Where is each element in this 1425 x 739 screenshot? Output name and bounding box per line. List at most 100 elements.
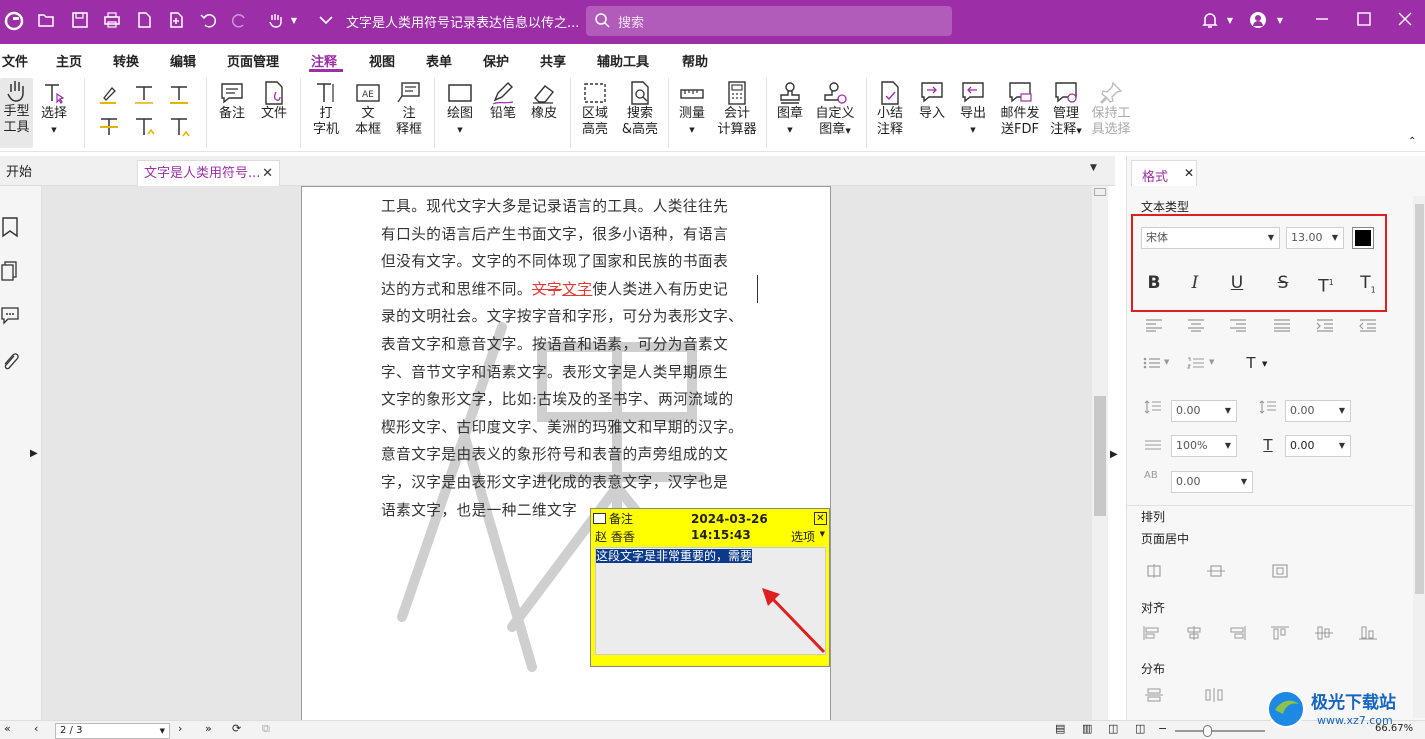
menu-share[interactable]: 共享: [540, 51, 566, 70]
undo-icon[interactable]: [198, 11, 218, 31]
distribute-vertical-icon[interactable]: [1145, 688, 1163, 702]
menu-protect[interactable]: 保护: [483, 51, 509, 70]
underline-annotation[interactable]: 文字: [562, 281, 592, 298]
tab-list-dropdown-icon[interactable]: ▼: [1090, 163, 1097, 173]
search-input[interactable]: 搜索: [586, 6, 952, 36]
note-selected-text[interactable]: 这段文字是非常重要的，需要: [596, 549, 753, 563]
close-panel-icon[interactable]: ✕: [1184, 166, 1194, 180]
chevron-down-icon[interactable]: ▼: [1270, 11, 1290, 31]
menu-home[interactable]: 主页: [56, 51, 82, 70]
text-direction-icon[interactable]: T: [1240, 352, 1262, 374]
comments-icon[interactable]: [0, 304, 20, 326]
attachment-icon[interactable]: [0, 350, 20, 372]
italic-icon[interactable]: I: [1184, 272, 1206, 294]
menu-edit[interactable]: 编辑: [170, 51, 196, 70]
char-spacing-select[interactable]: 0.00 ▼: [1171, 471, 1253, 493]
replace-text-button[interactable]: [131, 114, 155, 140]
close-tab-icon[interactable]: ✕: [262, 161, 273, 187]
expand-panel-icon[interactable]: ▶: [30, 448, 38, 459]
custom-stamp-button[interactable]: 自定义 图章▼: [812, 80, 858, 139]
menu-annotate[interactable]: 注释: [311, 51, 337, 70]
menu-view[interactable]: 视图: [369, 51, 395, 70]
scrollbar-thumb[interactable]: [1094, 396, 1106, 516]
baseline-offset-select[interactable]: 0.00 ▼: [1285, 435, 1351, 457]
underline-text-button[interactable]: [131, 82, 155, 108]
new-doc-icon[interactable]: [134, 11, 154, 31]
last-page-icon[interactable]: »: [205, 722, 212, 735]
email-fdf-button[interactable]: 邮件发 送FDF: [998, 80, 1042, 138]
file-attachment-button[interactable]: 文件: [258, 80, 290, 122]
bullet-list-icon[interactable]: [1143, 356, 1161, 370]
open-folder-icon[interactable]: [36, 11, 56, 31]
callout-button[interactable]: 注 释框: [393, 80, 425, 138]
align-justify-icon[interactable]: [1273, 318, 1291, 332]
keep-tool-selected-button[interactable]: 保持工 具选择: [1090, 80, 1132, 138]
pencil-button[interactable]: 铅笔: [487, 80, 519, 122]
first-page-icon[interactable]: «: [4, 722, 11, 735]
align-left-icon[interactable]: [1145, 318, 1163, 332]
typewriter-button[interactable]: 打 字机: [310, 80, 342, 138]
maximize-icon[interactable]: [1354, 11, 1374, 31]
hand-tool-quick-icon[interactable]: [266, 11, 286, 31]
zoom-slider[interactable]: [1175, 730, 1265, 732]
zoom-out-icon[interactable]: −: [1158, 722, 1167, 735]
textbox-button[interactable]: AE 文 本框: [352, 80, 384, 138]
tab-document[interactable]: 文字是人类用符号... ✕: [137, 160, 280, 186]
chevron-down-icon[interactable]: ▼: [1209, 358, 1214, 366]
continuous-page-icon[interactable]: ▥: [1082, 722, 1092, 735]
font-select[interactable]: 宋体 ▼: [1141, 227, 1280, 249]
pages-thumbnail-icon[interactable]: [0, 260, 20, 282]
menu-page-manage[interactable]: 页面管理: [227, 51, 279, 70]
calculator-button[interactable]: 会计 计算器: [716, 80, 758, 138]
font-color-picker[interactable]: [1352, 227, 1374, 249]
zoom-slider-handle[interactable]: [1203, 725, 1212, 737]
align-objects-left-icon[interactable]: [1143, 626, 1161, 640]
prev-page-icon[interactable]: ‹: [34, 722, 38, 735]
subscript-icon[interactable]: T1: [1357, 272, 1379, 294]
stamp-button[interactable]: 图章 ▼: [774, 80, 806, 138]
bookmark-icon[interactable]: [0, 216, 20, 238]
expand-right-panel-icon[interactable]: ▶: [1110, 449, 1118, 460]
note-options-button[interactable]: 选项: [791, 528, 815, 545]
bell-icon[interactable]: [1200, 11, 1220, 31]
align-objects-hcenter-icon[interactable]: [1185, 626, 1203, 640]
center-vertical-icon[interactable]: [1207, 564, 1225, 578]
squiggly-text-button[interactable]: [166, 82, 190, 108]
copy-page-icon[interactable]: ⧉: [262, 722, 270, 736]
draw-button[interactable]: 绘图 ▼: [443, 80, 477, 138]
export-button[interactable]: 导出 ▼: [957, 80, 989, 138]
align-objects-bottom-icon[interactable]: [1359, 626, 1377, 640]
menu-form[interactable]: 表单: [426, 51, 452, 70]
single-page-icon[interactable]: ▤: [1055, 722, 1065, 735]
facing-page-icon[interactable]: ◫: [1108, 722, 1118, 735]
close-note-icon[interactable]: ✕: [814, 512, 827, 525]
minimize-icon[interactable]: [1312, 11, 1332, 31]
document-scrollbar[interactable]: [1092, 186, 1108, 720]
line-spacing-before-select[interactable]: 0.00 ▼: [1171, 400, 1237, 422]
panel-scrollbar-thumb[interactable]: [1415, 204, 1424, 594]
align-right-icon[interactable]: [1229, 318, 1247, 332]
line-spacing-after-select[interactable]: 0.00 ▼: [1285, 400, 1351, 422]
menu-file[interactable]: 文件: [2, 51, 28, 70]
indent-decrease-icon[interactable]: [1359, 318, 1377, 332]
strikeout-annotation[interactable]: 文字: [532, 281, 562, 298]
chevron-down-icon[interactable]: ▼: [160, 724, 165, 738]
center-horizontal-icon[interactable]: [1145, 564, 1163, 578]
indent-increase-icon[interactable]: [1316, 318, 1334, 332]
strikethrough-icon[interactable]: S: [1272, 272, 1294, 294]
ribbon-collapse-icon[interactable]: ⌃: [1408, 136, 1416, 147]
chevron-down-icon[interactable]: ▼: [1164, 358, 1169, 366]
note-button[interactable]: 备注: [216, 80, 248, 122]
search-highlight-button[interactable]: 搜索 &高亮: [620, 80, 660, 138]
center-both-icon[interactable]: [1271, 564, 1289, 578]
numbered-list-icon[interactable]: [1187, 356, 1205, 370]
redo-icon[interactable]: [230, 11, 250, 31]
align-objects-top-icon[interactable]: [1271, 626, 1289, 640]
menu-assist-tools[interactable]: 辅助工具: [597, 51, 649, 70]
tab-start[interactable]: 开始: [0, 160, 135, 186]
hand-tool-button[interactable]: 手型 工具: [0, 78, 33, 148]
add-page-icon[interactable]: [166, 11, 186, 31]
user-account-icon[interactable]: [1248, 11, 1268, 31]
superscript-icon[interactable]: T1: [1315, 272, 1337, 297]
customize-icon[interactable]: [316, 11, 336, 31]
